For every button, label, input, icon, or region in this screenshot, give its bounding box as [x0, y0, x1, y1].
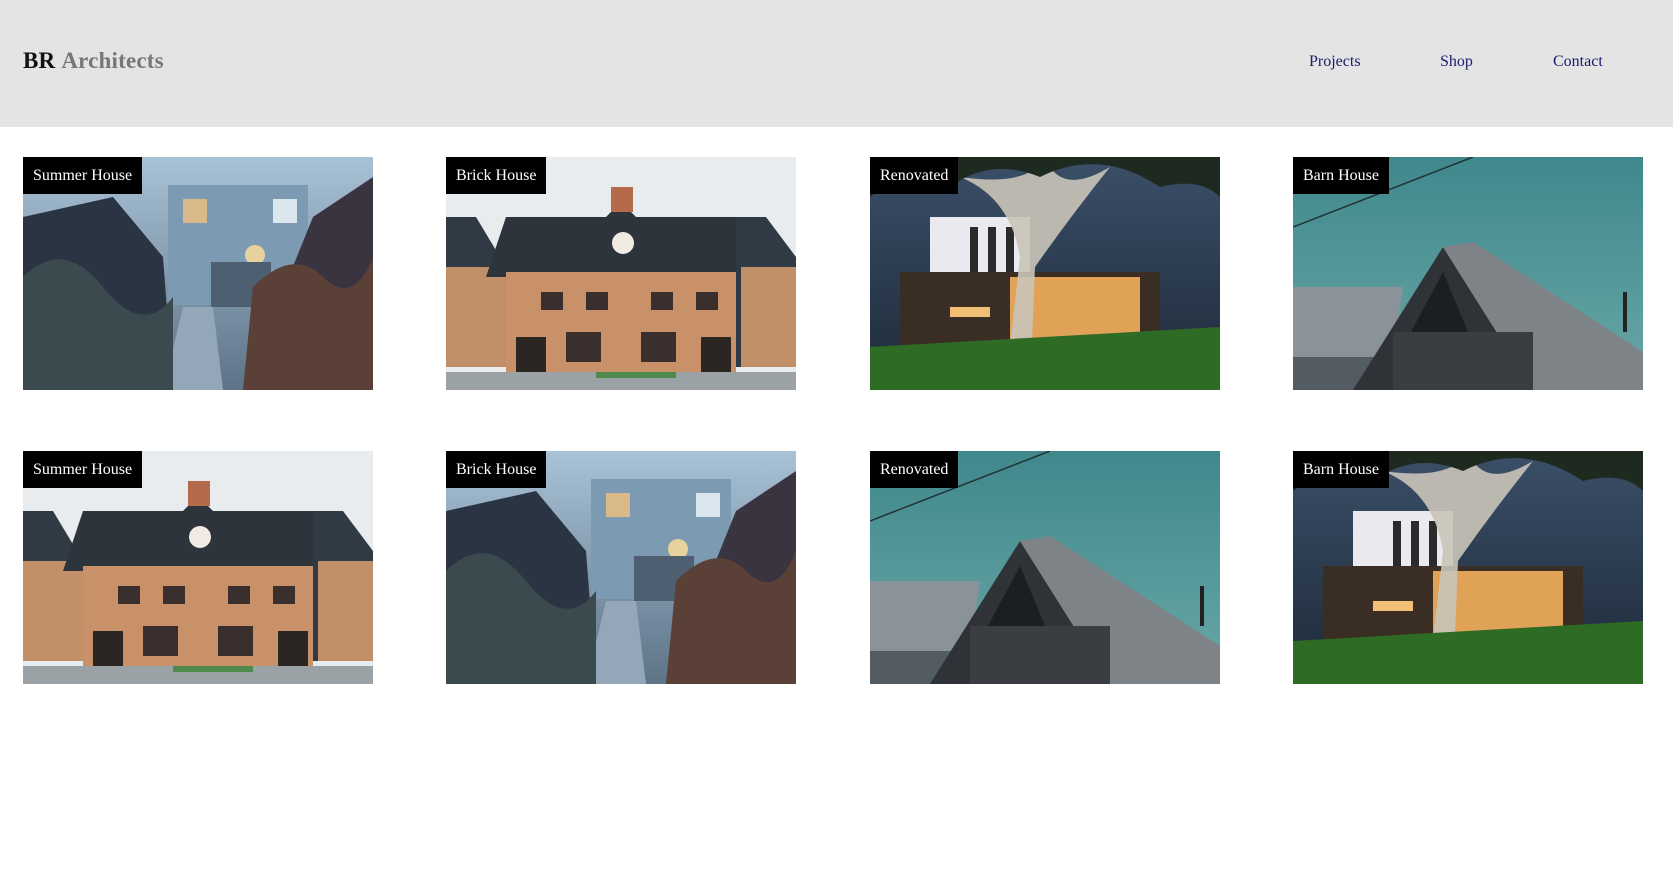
brand-logo[interactable]: BR Architects — [23, 48, 164, 74]
project-label: Renovated — [870, 451, 959, 488]
brand-name: Architects — [61, 48, 164, 73]
project-card[interactable]: Summer House — [23, 451, 373, 684]
nav-link-projects[interactable]: Projects — [1309, 53, 1361, 71]
project-card[interactable]: Brick House — [446, 451, 796, 684]
project-label: Renovated — [870, 157, 959, 194]
top-header: BR Architects Projects Shop Contact — [0, 0, 1673, 127]
project-label: Brick House — [446, 451, 547, 488]
project-label: Brick House — [446, 157, 547, 194]
project-label: Barn House — [1293, 451, 1389, 488]
project-label: Barn House — [1293, 157, 1389, 194]
nav-link-contact[interactable]: Contact — [1553, 53, 1603, 71]
brand-initials: BR — [23, 48, 56, 73]
project-card[interactable]: Renovated — [870, 157, 1220, 390]
project-label: Summer House — [23, 451, 143, 488]
project-card[interactable]: Summer House — [23, 157, 373, 390]
project-card[interactable]: Brick House — [446, 157, 796, 390]
project-label: Summer House — [23, 157, 143, 194]
project-card[interactable]: Renovated — [870, 451, 1220, 684]
project-card[interactable]: Barn House — [1293, 451, 1643, 684]
project-card[interactable]: Barn House — [1293, 157, 1643, 390]
nav-link-shop[interactable]: Shop — [1440, 53, 1473, 71]
